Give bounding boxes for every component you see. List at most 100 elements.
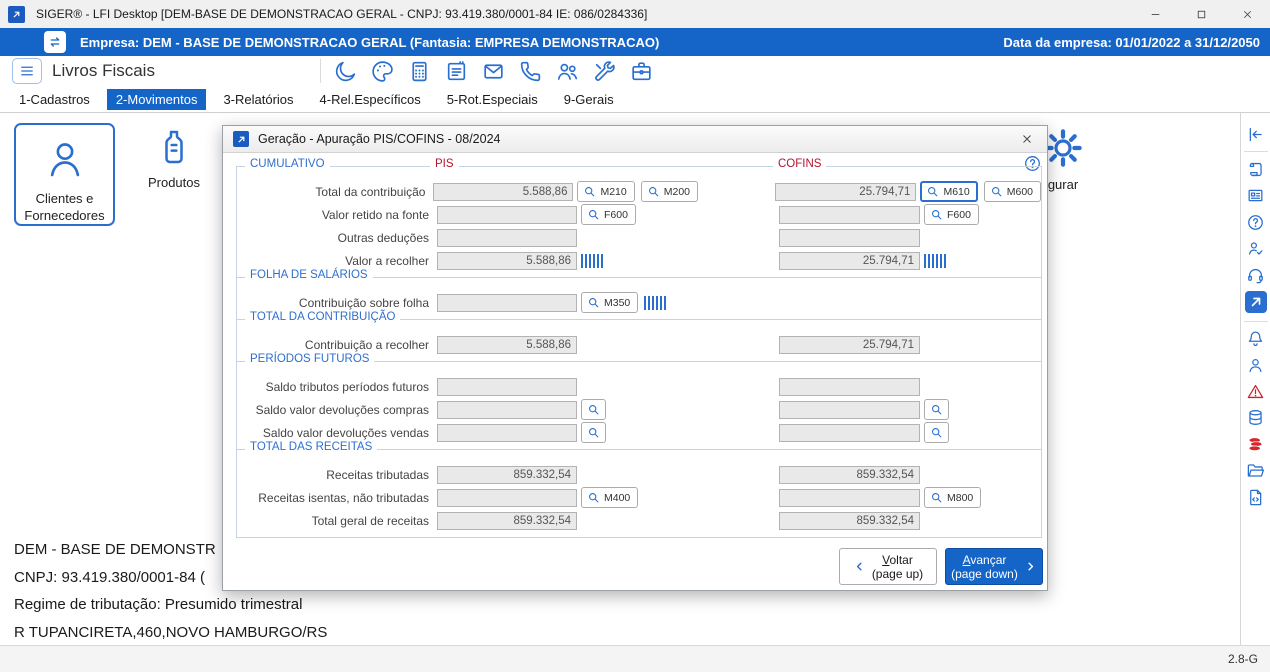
form-row: Total geral de receitas859.332,54859.332… <box>237 509 1041 532</box>
company-bar: Empresa: DEM - BASE DE DEMONSTRACAO GERA… <box>0 28 1270 56</box>
users-icon[interactable] <box>555 59 580 84</box>
magnifier-icon <box>587 491 600 504</box>
user-check-icon[interactable] <box>1246 239 1266 259</box>
section-title: TOTAL DAS RECEITAS <box>245 441 377 453</box>
menu-hamburger-icon[interactable] <box>12 58 42 84</box>
moon-icon[interactable] <box>333 59 358 84</box>
pis-field[interactable] <box>437 401 577 419</box>
cofins-field[interactable] <box>779 206 920 224</box>
pis-field[interactable] <box>437 489 577 507</box>
tab-2-movimentos[interactable]: 2-Movimentos <box>107 89 207 110</box>
cofins-field[interactable]: 859.332,54 <box>779 512 920 530</box>
headset-icon[interactable] <box>1246 265 1266 285</box>
voltar-button[interactable]: Voltar (page up) <box>839 548 937 585</box>
file-code-icon[interactable] <box>1246 487 1266 507</box>
field-label: Total geral de receitas <box>237 514 437 528</box>
field-label: Valor a recolher <box>237 254 437 268</box>
close-icon[interactable] <box>1017 131 1037 147</box>
toolbar-icons <box>333 59 654 84</box>
cofins-field[interactable]: 25.794,71 <box>779 252 920 270</box>
tab-5-rot-especiais[interactable]: 5-Rot.Especiais <box>438 89 547 110</box>
pis-field[interactable] <box>437 229 577 247</box>
collapse-left-icon[interactable] <box>1246 124 1266 144</box>
bell-icon[interactable] <box>1246 329 1266 349</box>
cofins-field[interactable] <box>779 229 920 247</box>
cofins-field[interactable] <box>779 489 920 507</box>
cofins-field[interactable]: 25.794,71 <box>779 336 920 354</box>
avancar-label: Avançar <box>951 553 1018 567</box>
dialog-titlebar: Geração - Apuração PIS/COFINS - 08/2024 <box>223 126 1047 153</box>
lookup-button-m610[interactable]: M610 <box>920 181 977 202</box>
pis-field[interactable] <box>437 294 577 312</box>
user-icon[interactable] <box>1246 355 1266 375</box>
magnifier-icon <box>926 185 939 198</box>
cofins-field[interactable] <box>779 378 920 396</box>
field-label: Receitas isentas, não tributadas <box>237 491 437 505</box>
lookup-button-f600[interactable]: F600 <box>581 204 636 225</box>
pis-field-cell: 859.332,54 <box>437 512 577 530</box>
section-title: PERÍODOS FUTUROS <box>245 353 374 365</box>
tab-3-relat-rios[interactable]: 3-Relatórios <box>214 89 302 110</box>
folder-open-icon[interactable] <box>1246 461 1266 481</box>
magnifier-icon <box>930 426 943 439</box>
cofins-extras <box>920 422 1041 443</box>
minimize-icon[interactable] <box>1132 0 1178 28</box>
avancar-sublabel: (page down) <box>951 567 1018 581</box>
calculator-icon[interactable] <box>407 59 432 84</box>
cofins-field[interactable] <box>779 424 920 442</box>
cofins-field[interactable]: 859.332,54 <box>779 466 920 484</box>
database-icon[interactable] <box>1246 408 1266 428</box>
pis-field[interactable]: 5.588,86 <box>437 336 577 354</box>
pis-field[interactable] <box>437 206 577 224</box>
notebook-icon[interactable] <box>444 59 469 84</box>
lookup-button-m400[interactable]: M400 <box>581 487 638 508</box>
close-icon[interactable] <box>1224 0 1270 28</box>
pis-field[interactable] <box>437 378 577 396</box>
tab-9-gerais[interactable]: 9-Gerais <box>555 89 623 110</box>
field-label: Contribuição sobre folha <box>237 296 437 310</box>
lookup-button-f600[interactable]: F600 <box>924 204 979 225</box>
lookup-button[interactable] <box>581 399 606 420</box>
section-title: TOTAL DA CONTRIBUIÇÃO <box>245 311 400 323</box>
avancar-button[interactable]: Avançar (page down) <box>945 548 1043 585</box>
palette-icon[interactable] <box>370 59 395 84</box>
help-circle-icon[interactable] <box>1246 212 1266 232</box>
pis-field[interactable]: 859.332,54 <box>437 466 577 484</box>
warning-icon[interactable] <box>1246 382 1266 402</box>
pis-field[interactable]: 859.332,54 <box>437 512 577 530</box>
lookup-button[interactable] <box>924 399 949 420</box>
lookup-button-m800[interactable]: M800 <box>924 487 981 508</box>
lookup-button-m200[interactable]: M200 <box>641 181 698 202</box>
swap-company-icon[interactable] <box>44 31 66 53</box>
lookup-button[interactable] <box>581 422 606 443</box>
field-label: Outras deduções <box>237 231 437 245</box>
briefcase-icon[interactable] <box>629 59 654 84</box>
pis-field[interactable]: 5.588,86 <box>433 183 573 201</box>
newspaper-icon[interactable] <box>1246 186 1266 206</box>
magnifier-icon <box>583 185 596 198</box>
tab-4-rel-espec-ficos[interactable]: 4-Rel.Específicos <box>311 89 430 110</box>
lookup-button[interactable] <box>924 422 949 443</box>
shortcut-produtos[interactable]: Produtos <box>128 127 220 191</box>
mail-icon[interactable] <box>481 59 506 84</box>
lookup-button-label: M600 <box>1007 186 1033 198</box>
app-icon <box>8 6 25 23</box>
lookup-button-m600[interactable]: M600 <box>984 181 1041 202</box>
lookup-button-m210[interactable]: M210 <box>577 181 634 202</box>
pis-field[interactable]: 5.588,86 <box>437 252 577 270</box>
cofins-field[interactable]: 25.794,71 <box>775 183 916 201</box>
external-link-tile-icon[interactable] <box>1245 291 1267 313</box>
phone-icon[interactable] <box>518 59 543 84</box>
cofins-field[interactable] <box>779 401 920 419</box>
scroll-icon[interactable] <box>1246 160 1266 180</box>
tools-icon[interactable] <box>592 59 617 84</box>
lookup-button-m350[interactable]: M350 <box>581 292 638 313</box>
pis-field[interactable] <box>437 424 577 442</box>
maximize-icon[interactable] <box>1178 0 1224 28</box>
pis-field-cell: 5.588,86 <box>437 252 577 270</box>
coins-icon[interactable] <box>1246 434 1266 454</box>
section-cumulativo: CUMULATIVOPISCOFINSTotal da contribuição… <box>237 167 1041 277</box>
tab-1-cadastros[interactable]: 1-Cadastros <box>10 89 99 110</box>
shortcut-clientes-fornecedores[interactable]: Clientes e Fornecedores <box>14 123 115 226</box>
app-icon <box>233 131 249 147</box>
